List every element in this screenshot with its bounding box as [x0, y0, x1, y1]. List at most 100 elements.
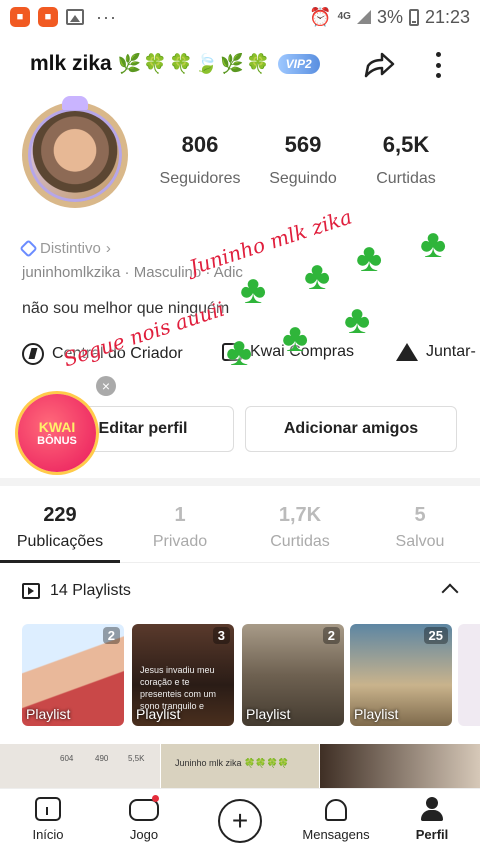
share-icon[interactable] [362, 48, 396, 82]
playlists-header[interactable]: 14 Playlists [22, 582, 131, 600]
tab-count: 1 [174, 504, 186, 526]
avatar[interactable] [22, 102, 128, 208]
thumb-caption: Juninho mlk zika 🍀🍀🍀🍀 [175, 758, 289, 768]
playlist-count: 3 [212, 627, 230, 644]
notification-dot [152, 795, 159, 802]
home-icon [35, 797, 61, 821]
chevron-up-icon[interactable] [441, 583, 459, 601]
playlist-card[interactable]: 25 Playlist [350, 624, 452, 726]
stat-likes[interactable]: 6,5K Curtidas [356, 132, 456, 188]
app-notification-icon: ■ [38, 7, 58, 27]
thumb-stat: 5,5K [128, 754, 145, 763]
clover-sticker-icon: ♣ [420, 222, 447, 266]
clover-sticker-icon: ♣ [356, 236, 383, 280]
active-tab-indicator [0, 560, 120, 563]
clover-sticker-icon: ♣ [304, 254, 331, 298]
bell-icon [325, 799, 347, 821]
video-thumbnail[interactable] [320, 744, 480, 790]
video-thumbnail[interactable]: Juninho mlk zika 🍀🍀🍀🍀 [161, 744, 319, 790]
more-notifications-icon: ··· [96, 6, 117, 27]
playlists-count-label: 14 Playlists [50, 582, 131, 599]
playlist-label: Playlist [246, 706, 291, 722]
playlist-cover-text: Jesus invadiu meu coração e te presentei… [140, 665, 217, 711]
nav-profile[interactable]: Perfil [384, 797, 480, 842]
profile-header: mlk zika 🌿🍀🍀🍃🌿🍀 VIP2 [0, 44, 480, 84]
tab-label: Salvou [395, 533, 445, 550]
distintivo-label: Distintivo [40, 240, 101, 257]
section-divider [0, 478, 480, 486]
clover-sticker-icon: ♣ [344, 298, 371, 342]
person-icon [421, 797, 443, 821]
signal-icon [356, 10, 371, 24]
playlist-card-partial[interactable] [458, 624, 480, 726]
clock: 21:23 [424, 6, 470, 27]
playlist-card[interactable]: 2 Playlist [22, 624, 124, 726]
tab-count: 229 [43, 504, 77, 526]
following-label: Seguindo [269, 170, 337, 187]
likes-count: 6,5K [382, 132, 430, 157]
nav-label: Jogo [129, 827, 159, 842]
join-label: Juntar- [426, 343, 476, 360]
vip-badge[interactable]: VIP2 [277, 54, 320, 74]
playlist-label: Playlist [136, 706, 181, 722]
thumb-stat: 490 [95, 754, 109, 763]
chevron-right-icon: › [105, 240, 111, 257]
clover-sticker-icon: ♣ [282, 316, 309, 360]
username-decoration: 🌿🍀🍀🍃🌿🍀 [117, 54, 272, 75]
tab-label: Publicações [16, 533, 104, 550]
status-bar: ■ ■ ··· ⏰ 4G 3% 21:23 [0, 0, 480, 34]
nav-messages[interactable]: Mensagens [288, 797, 384, 842]
playlist-count: 2 [102, 627, 120, 644]
tab-label: Privado [152, 533, 208, 550]
alarm-icon: ⏰ [309, 6, 332, 27]
tab-private[interactable]: 1 Privado [120, 504, 240, 551]
house-icon [396, 343, 418, 361]
nav-label: Mensagens [302, 827, 370, 842]
badge-icon [19, 239, 38, 258]
playlist-label: Playlist [354, 706, 399, 722]
playlist-card[interactable]: 3 Jesus invadiu meu coração e te present… [132, 624, 234, 726]
clover-sticker-icon: ♣ [226, 330, 253, 374]
followers-count: 806 [181, 132, 219, 157]
nav-label: Início [32, 827, 64, 842]
playlist-count: 2 [322, 627, 340, 644]
more-options-icon[interactable] [428, 48, 448, 82]
thumb-stat: 604 [60, 754, 74, 763]
battery-percent: 3% [376, 6, 403, 27]
tab-publications[interactable]: 229 Publicações [0, 504, 120, 551]
likes-label: Curtidas [376, 170, 436, 187]
network-label: 4G [337, 11, 351, 22]
tab-label: Curtidas [270, 533, 330, 550]
app-notification-icon: ■ [10, 7, 30, 27]
nav-home[interactable]: Início [0, 797, 96, 842]
image-icon [66, 9, 84, 25]
bonus-line1: KWAI [38, 419, 76, 435]
close-bonus-icon[interactable]: × [96, 376, 116, 396]
gamepad-icon [129, 799, 159, 821]
battery-icon [408, 8, 419, 26]
followers-label: Seguidores [159, 170, 241, 187]
distintivo-link[interactable]: Distintivo › [19, 239, 111, 258]
bottom-nav: Início Jogo + Mensagens Perfil [0, 788, 480, 854]
following-count: 569 [284, 132, 322, 157]
avatar-frame-ornament [62, 96, 88, 110]
playlist-count: 25 [423, 627, 448, 644]
nav-game[interactable]: Jogo [96, 795, 192, 842]
playlist-label: Playlist [26, 706, 71, 722]
stat-followers[interactable]: 806 Seguidores [150, 132, 250, 188]
clover-sticker-icon: ♣ [240, 268, 267, 312]
bolt-icon [22, 343, 44, 365]
stat-following[interactable]: 569 Seguindo [253, 132, 353, 188]
nav-label: Perfil [415, 827, 449, 842]
join-button[interactable]: Juntar- [396, 343, 476, 361]
video-thumbnail[interactable]: 604 490 5,5K [0, 744, 160, 790]
tab-saved[interactable]: 5 Salvou [360, 504, 480, 551]
tab-likes[interactable]: 1,7K Curtidas [240, 504, 360, 551]
playlist-card[interactable]: 2 Playlist [242, 624, 344, 726]
playlist-icon [22, 583, 40, 599]
add-friends-button[interactable]: Adicionar amigos [245, 406, 457, 452]
tab-count: 5 [414, 504, 426, 526]
bonus-line2: BÔNUS [37, 435, 77, 447]
create-plus-icon[interactable]: + [218, 799, 262, 843]
kwai-bonus-badge[interactable]: KWAI BÔNUS [18, 394, 96, 472]
